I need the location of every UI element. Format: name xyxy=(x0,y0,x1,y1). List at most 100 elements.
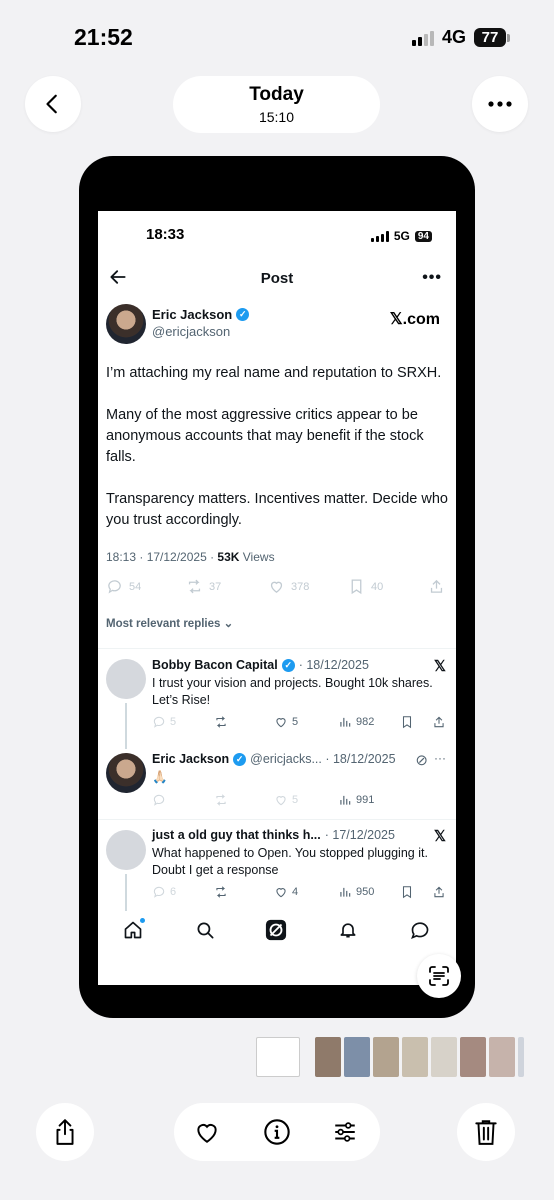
chat-icon xyxy=(411,922,429,939)
sliders-icon xyxy=(335,1122,355,1142)
heart-icon xyxy=(197,1124,217,1143)
post-actions: 54 37 378 40 xyxy=(98,578,456,630)
views-action[interactable]: 950 xyxy=(338,885,374,899)
views-count: 991 xyxy=(356,794,375,806)
reply-meta: · 17/12/2025 xyxy=(324,828,395,842)
reply-icon xyxy=(153,716,165,728)
verified-badge-icon: ✓ xyxy=(281,658,295,672)
thumbnail[interactable] xyxy=(460,1037,486,1077)
post-meta: 18:13 · 17/12/2025 · 53K Views xyxy=(98,550,456,564)
repost-action[interactable] xyxy=(214,793,228,807)
thumbnail[interactable] xyxy=(344,1037,370,1077)
grok-icon[interactable]: ⊘ xyxy=(415,751,428,769)
trash-icon xyxy=(475,1120,497,1145)
post-author: Eric Jackson ✓ @ericjackson 𝕏.com xyxy=(98,299,456,351)
x-logo-icon: 𝕏 xyxy=(433,658,446,675)
date-time: 15:10 xyxy=(258,109,295,125)
post-more-icon[interactable]: ••• xyxy=(422,269,442,287)
delete-button[interactable] xyxy=(457,1103,515,1161)
bookmark-action[interactable]: 40 xyxy=(348,578,383,595)
views-action[interactable]: 991 xyxy=(338,793,374,807)
more-options-button[interactable] xyxy=(472,76,528,132)
like-action[interactable]: 4 xyxy=(274,885,298,899)
back-button[interactable] xyxy=(25,76,81,132)
bookmark-action[interactable] xyxy=(400,715,414,729)
thumbnail[interactable] xyxy=(489,1037,515,1077)
battery-level: 77 xyxy=(474,28,506,47)
bar-chart-icon xyxy=(340,887,351,897)
author-avatar[interactable] xyxy=(106,304,146,344)
share-action[interactable] xyxy=(428,578,445,595)
reply-icon xyxy=(108,580,121,594)
thumbnail[interactable] xyxy=(402,1037,428,1077)
tab-grok[interactable] xyxy=(265,919,287,941)
share-button[interactable] xyxy=(36,1103,94,1161)
reply-item[interactable]: Bobby Bacon Capital ✓ · 18/12/2025 𝕏 I t… xyxy=(98,649,456,751)
reply-author-name[interactable]: Bobby Bacon Capital xyxy=(152,658,278,672)
tab-messages[interactable] xyxy=(409,919,431,941)
photo-viewer: 18:33 5G 94 Post ••• Eric Jackson ✓ @eri… xyxy=(79,156,475,1018)
tab-notifications[interactable] xyxy=(337,919,359,941)
author-handle[interactable]: @ericjackson xyxy=(152,324,230,339)
notification-dot xyxy=(140,918,145,923)
views-action[interactable]: 982 xyxy=(338,715,374,729)
post-title: Post xyxy=(260,270,294,287)
thumbnail[interactable] xyxy=(315,1037,341,1077)
tab-home[interactable] xyxy=(122,918,145,941)
views-count: 982 xyxy=(356,716,375,728)
post-header: Post ••• xyxy=(98,257,456,299)
text-scan-icon xyxy=(429,966,449,986)
reply-item[interactable]: Eric Jackson ✓ @ericjacks... · 18/12/202… xyxy=(98,751,456,819)
reply-action[interactable] xyxy=(152,793,166,807)
thumbnail[interactable] xyxy=(518,1037,524,1077)
reply-item[interactable]: just a old guy that thinks h... · 17/12/… xyxy=(98,820,456,920)
repost-count: 37 xyxy=(209,580,222,593)
repost-action[interactable]: 37 xyxy=(186,578,221,595)
tab-search[interactable] xyxy=(194,919,216,941)
repost-icon xyxy=(216,716,226,728)
like-action[interactable]: 5 xyxy=(274,715,298,729)
reply-actions: 6 4 950 xyxy=(152,885,448,901)
reply-avatar[interactable] xyxy=(106,753,146,793)
search-icon xyxy=(197,922,213,938)
repost-action[interactable] xyxy=(214,885,228,899)
bookmark-action[interactable] xyxy=(400,885,414,899)
reply-avatar[interactable] xyxy=(106,659,146,699)
reply-text: 🙏🏻 xyxy=(152,770,168,784)
thumbnail[interactable] xyxy=(373,1037,399,1077)
reply-author-name[interactable]: just a old guy that thinks h... xyxy=(152,828,321,842)
repost-action[interactable] xyxy=(214,715,228,729)
bookmark-icon xyxy=(351,579,362,595)
like-action[interactable]: 5 xyxy=(274,793,298,807)
share-action[interactable] xyxy=(432,885,446,899)
reply-author-name[interactable]: Eric Jackson xyxy=(152,752,229,766)
inner-clock: 18:33 xyxy=(146,226,185,243)
reply-action[interactable]: 5 xyxy=(152,715,176,729)
reply-action[interactable]: 6 xyxy=(152,885,176,899)
share-action[interactable] xyxy=(432,715,446,729)
like-count: 4 xyxy=(292,886,299,898)
inner-signal-icon xyxy=(370,230,389,242)
live-text-button[interactable] xyxy=(417,954,461,998)
reply-count: 54 xyxy=(129,580,142,593)
thumbnail[interactable] xyxy=(431,1037,457,1077)
thumbnail-strip xyxy=(256,1037,524,1077)
reply-avatar[interactable] xyxy=(106,830,146,870)
like-action[interactable]: 378 xyxy=(268,578,309,595)
screenshot-content: 18:33 5G 94 Post ••• Eric Jackson ✓ @eri… xyxy=(98,211,456,985)
post-paragraph: Transparency matters. Incentives matter.… xyxy=(106,491,448,528)
info-button[interactable] xyxy=(263,1118,291,1146)
thumbnail-selected[interactable] xyxy=(256,1037,300,1077)
edit-button[interactable] xyxy=(331,1118,359,1146)
network-type: 4G xyxy=(441,27,466,47)
reply-more-icon[interactable]: ··· xyxy=(434,751,446,765)
heart-icon xyxy=(270,581,283,593)
share-icon xyxy=(434,886,444,898)
favorite-button[interactable] xyxy=(193,1118,221,1146)
reply-actions: 5 5 982 xyxy=(152,715,448,731)
x-brand-logo: 𝕏.com xyxy=(389,311,440,328)
author-name[interactable]: Eric Jackson xyxy=(152,307,232,322)
reply-action[interactable]: 54 xyxy=(106,578,141,595)
verified-badge-icon: ✓ xyxy=(233,752,247,766)
reply-meta: · 18/12/2025 xyxy=(298,658,369,672)
